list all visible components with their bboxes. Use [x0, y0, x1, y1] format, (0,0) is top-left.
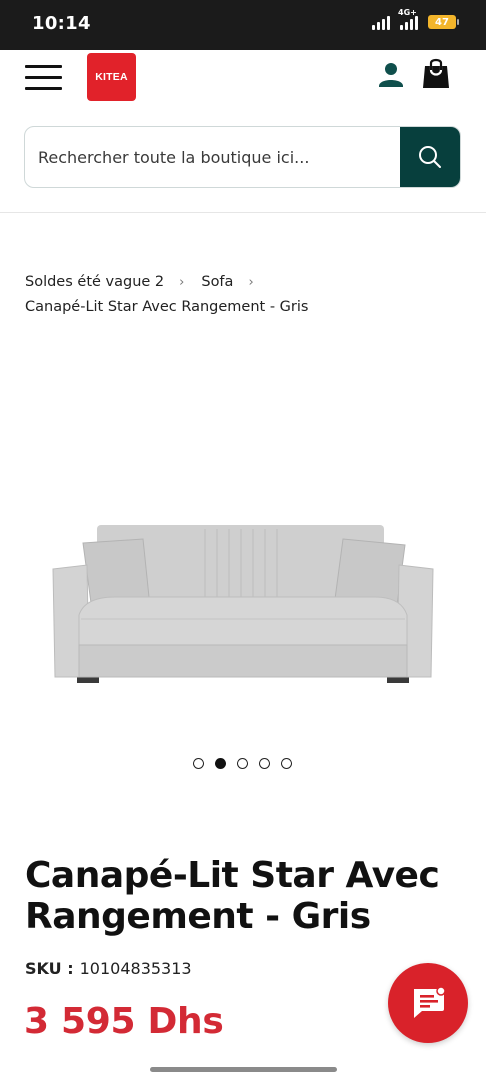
sofa-leg	[387, 677, 409, 683]
sku-value: 10104835313	[79, 959, 192, 978]
chevron-right-icon: ›	[248, 274, 254, 290]
sofa-seat	[78, 596, 408, 646]
search-icon	[419, 146, 441, 168]
home-indicator[interactable]	[150, 1067, 337, 1072]
sofa-storage-base	[78, 644, 408, 678]
chat-icon	[414, 986, 446, 1018]
carousel-dot-active[interactable]	[215, 758, 226, 769]
battery-level: 47	[435, 16, 449, 28]
search-button[interactable]	[400, 127, 460, 187]
search-bar	[24, 126, 461, 188]
battery-icon: 47	[428, 15, 459, 29]
search-input[interactable]	[25, 127, 401, 187]
sofa-leg	[77, 677, 99, 683]
breadcrumb: Soldes été vague 2 › Sofa › Canapé-Lit S…	[25, 272, 465, 319]
sku-label: SKU :	[25, 959, 74, 978]
user-icon	[379, 63, 403, 87]
header-divider	[0, 212, 486, 213]
carousel-dots	[193, 758, 292, 769]
status-indicators: 4G+ 47	[372, 8, 459, 30]
account-button[interactable]	[376, 60, 406, 90]
product-sku: SKU : 10104835313	[25, 959, 192, 978]
chevron-right-icon: ›	[179, 274, 185, 290]
breadcrumb-link-sale[interactable]: Soldes été vague 2	[25, 274, 164, 290]
breadcrumb-link-sofa[interactable]: Sofa	[201, 274, 233, 290]
cart-button[interactable]	[420, 58, 452, 90]
carousel-dot[interactable]	[193, 758, 204, 769]
logo-text: KITEA	[95, 71, 128, 83]
mobile-data-icon: 4G+	[398, 8, 418, 30]
chat-button[interactable]	[388, 963, 468, 1043]
menu-button[interactable]	[25, 63, 62, 91]
site-header: KITEA	[0, 50, 486, 110]
carousel-dot[interactable]	[281, 758, 292, 769]
product-image[interactable]	[45, 515, 441, 690]
status-bar: 10:14 4G+ 47	[0, 0, 486, 50]
breadcrumb-row: Soldes été vague 2 › Sofa ›	[25, 272, 465, 292]
signal-icon	[372, 14, 390, 30]
shopping-bag-icon	[423, 58, 449, 88]
breadcrumb-current: Canapé-Lit Star Avec Rangement - Gris	[25, 299, 309, 315]
product-price: 3 595 Dhs	[24, 1001, 224, 1042]
carousel-dot[interactable]	[259, 758, 270, 769]
network-type: 4G+	[398, 8, 417, 17]
sofa-pillow	[82, 538, 150, 604]
kitea-logo[interactable]: KITEA	[87, 53, 136, 101]
status-time: 10:14	[32, 13, 91, 34]
sofa-pillow	[334, 538, 406, 606]
product-title: Canapé-Lit Star Avec Rangement - Gris	[25, 855, 440, 937]
carousel-dot[interactable]	[237, 758, 248, 769]
